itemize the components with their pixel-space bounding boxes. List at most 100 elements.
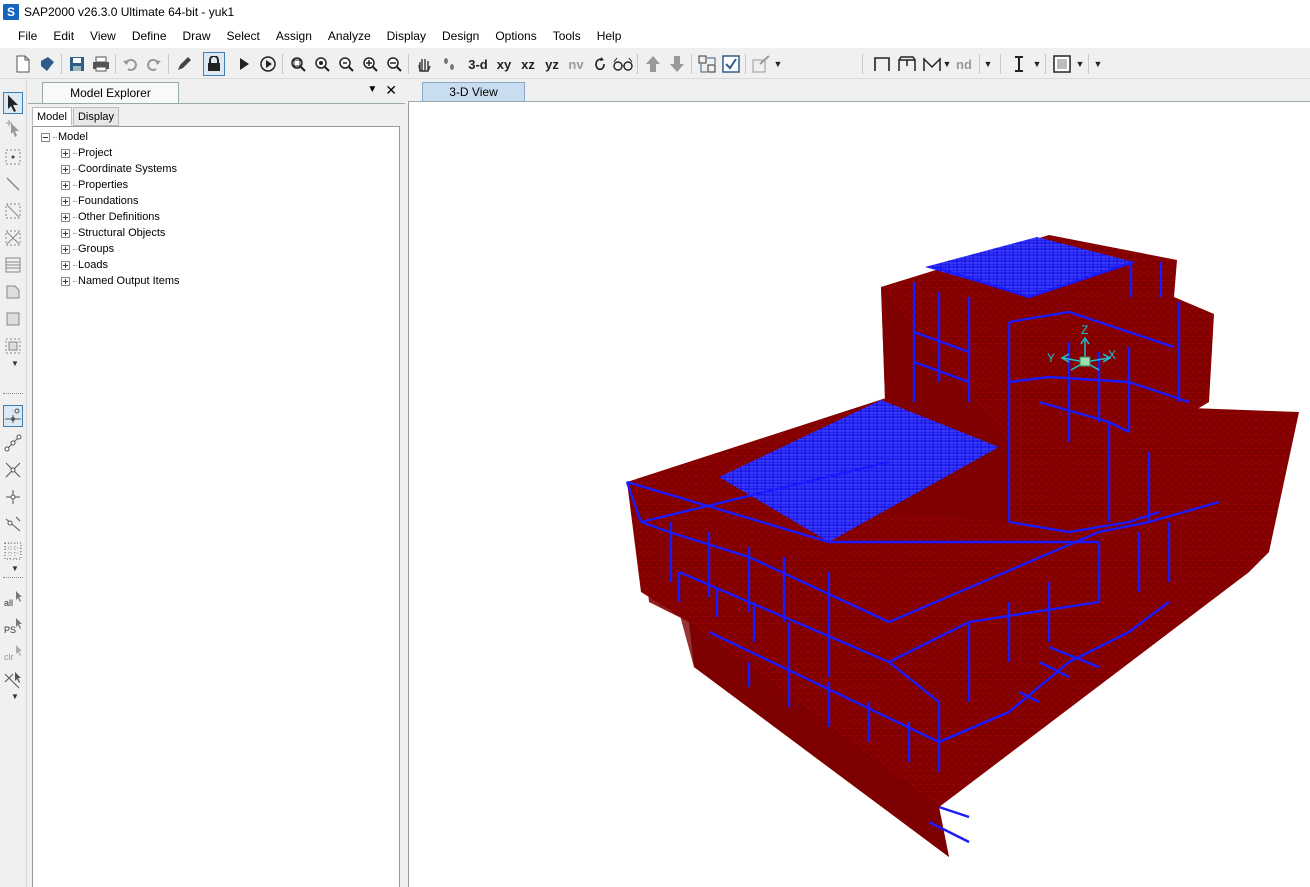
- move-up-icon[interactable]: [642, 52, 664, 76]
- view-xy-button[interactable]: xy: [493, 52, 515, 76]
- truss-dropdown-icon[interactable]: ▼: [942, 52, 952, 76]
- tree-node-named-output-items[interactable]: Named Output Items: [61, 273, 180, 289]
- tree-node-coordinate-systems[interactable]: Coordinate Systems: [61, 161, 177, 177]
- portal-frame-icon[interactable]: [896, 52, 918, 76]
- draw-x-brace-icon[interactable]: [3, 227, 23, 249]
- section-dropdown-icon[interactable]: ▼: [983, 52, 993, 76]
- expand-icon[interactable]: [61, 212, 70, 222]
- rotate-view-icon[interactable]: [589, 52, 611, 76]
- draw-poly-area-icon[interactable]: [3, 281, 23, 303]
- zoom-restore-icon[interactable]: [311, 52, 333, 76]
- checkbox-display-icon[interactable]: [720, 52, 742, 76]
- menu-edit[interactable]: Edit: [45, 24, 82, 48]
- snap-points-icon[interactable]: [3, 405, 23, 427]
- view-nv-button[interactable]: nv: [565, 52, 587, 76]
- tree-node-project[interactable]: Project: [61, 145, 112, 161]
- select-all-icon[interactable]: all: [3, 588, 23, 610]
- menu-help[interactable]: Help: [589, 24, 630, 48]
- zoom-in-icon[interactable]: [359, 52, 381, 76]
- zoom-window-icon[interactable]: [287, 52, 309, 76]
- snap-tools-dropdown-icon[interactable]: ▼: [11, 564, 19, 573]
- new-model-icon[interactable]: [12, 52, 34, 76]
- panel-menu-dropdown-icon[interactable]: ▼: [367, 83, 377, 97]
- menu-design[interactable]: Design: [434, 24, 487, 48]
- run-now-icon[interactable]: [257, 52, 279, 76]
- tree-node-model[interactable]: Model: [41, 129, 88, 145]
- snap-grid-icon[interactable]: [3, 540, 23, 562]
- menu-view[interactable]: View: [82, 24, 124, 48]
- quick-draw-icon[interactable]: [750, 52, 772, 76]
- menu-file[interactable]: File: [10, 24, 45, 48]
- view-yz-button[interactable]: yz: [541, 52, 563, 76]
- tree-node-properties[interactable]: Properties: [61, 177, 128, 193]
- select-pointer-icon[interactable]: [3, 92, 23, 114]
- undo-icon[interactable]: [119, 52, 141, 76]
- draw-brace-icon[interactable]: [3, 200, 23, 222]
- menu-options[interactable]: Options: [487, 24, 544, 48]
- tab-model[interactable]: Model: [32, 107, 72, 126]
- toolbar-overflow-icon[interactable]: ▼: [1093, 52, 1103, 76]
- redo-icon[interactable]: [143, 52, 165, 76]
- tree-node-other-definitions[interactable]: Other Definitions: [61, 209, 160, 225]
- expand-icon[interactable]: [61, 148, 70, 158]
- snap-ends-icon[interactable]: [3, 432, 23, 454]
- run-analysis-icon[interactable]: [233, 52, 255, 76]
- draw-frame-icon[interactable]: [3, 173, 23, 195]
- expand-icon[interactable]: [61, 276, 70, 286]
- view-xz-button[interactable]: xz: [517, 52, 539, 76]
- draw-rect-area-icon[interactable]: [3, 308, 23, 330]
- lock-icon[interactable]: [203, 52, 225, 76]
- expand-icon[interactable]: [61, 164, 70, 174]
- reshape-pointer-icon[interactable]: [3, 118, 23, 140]
- expand-icon[interactable]: [61, 260, 70, 270]
- pencil-icon[interactable]: [173, 52, 195, 76]
- frame-section-icon[interactable]: [871, 52, 893, 76]
- set-display-options-icon[interactable]: [696, 52, 718, 76]
- menu-define[interactable]: Define: [124, 24, 175, 48]
- select-tools-dropdown-icon[interactable]: ▼: [11, 692, 19, 701]
- snap-perpendicular-icon[interactable]: [3, 486, 23, 508]
- move-down-icon[interactable]: [666, 52, 688, 76]
- area-tools-dropdown-icon[interactable]: ▼: [11, 359, 19, 368]
- 3d-viewport[interactable]: Z Y X: [408, 101, 1310, 887]
- menu-analyze[interactable]: Analyze: [320, 24, 379, 48]
- menu-draw[interactable]: Draw: [175, 24, 219, 48]
- close-icon[interactable]: ✕: [385, 83, 397, 97]
- tree-node-loads[interactable]: Loads: [61, 257, 108, 273]
- expand-icon[interactable]: [61, 180, 70, 190]
- model-explorer-tab[interactable]: Model Explorer: [42, 82, 179, 103]
- quick-draw-area-icon[interactable]: [3, 335, 23, 357]
- print-icon[interactable]: [90, 52, 112, 76]
- truss-icon[interactable]: [921, 52, 943, 76]
- menu-tools[interactable]: Tools: [545, 24, 589, 48]
- collapse-icon[interactable]: [41, 132, 50, 142]
- menu-assign[interactable]: Assign: [268, 24, 320, 48]
- draw-secondary-beam-icon[interactable]: [3, 254, 23, 276]
- text-dropdown-icon[interactable]: ▼: [1032, 52, 1042, 76]
- save-icon[interactable]: [66, 52, 88, 76]
- tree-node-structural-objects[interactable]: Structural Objects: [61, 225, 165, 241]
- expand-icon[interactable]: [61, 244, 70, 254]
- menu-display[interactable]: Display: [379, 24, 434, 48]
- area-fill-icon[interactable]: [1051, 52, 1073, 76]
- tree-node-foundations[interactable]: Foundations: [61, 193, 139, 209]
- tree-node-groups[interactable]: Groups: [61, 241, 114, 257]
- pan-hand-icon[interactable]: [413, 52, 435, 76]
- snap-lines-icon[interactable]: [3, 513, 23, 535]
- quick-draw-dropdown-icon[interactable]: ▼: [772, 52, 784, 76]
- zoom-out-icon[interactable]: [383, 52, 405, 76]
- view-3d-button[interactable]: 3-d: [466, 52, 490, 76]
- menu-select[interactable]: Select: [219, 24, 268, 48]
- select-by-intersect-icon[interactable]: [3, 669, 23, 691]
- expand-icon[interactable]: [61, 228, 70, 238]
- tab-display[interactable]: Display: [72, 107, 120, 126]
- area-dropdown-icon[interactable]: ▼: [1075, 52, 1085, 76]
- perspective-glasses-icon[interactable]: [612, 52, 634, 76]
- tab-3d-view[interactable]: 3-D View: [422, 82, 525, 102]
- structural-model-render[interactable]: Z Y X: [409, 102, 1309, 887]
- get-previous-selection-icon[interactable]: PS: [3, 615, 23, 637]
- open-model-icon[interactable]: [36, 52, 58, 76]
- walk-icon[interactable]: [438, 52, 460, 76]
- zoom-previous-icon[interactable]: [335, 52, 357, 76]
- text-cursor-icon[interactable]: [1008, 52, 1030, 76]
